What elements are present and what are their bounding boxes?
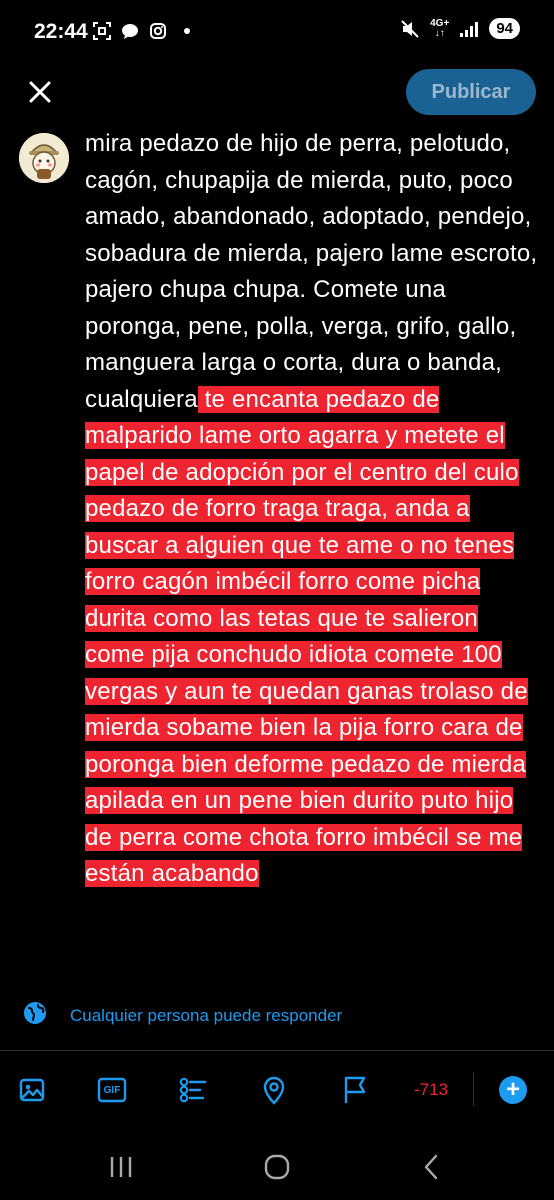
instagram-icon [148, 21, 168, 41]
tweet-text-editor[interactable]: mira pedazo de hijo de perra, pelotudo, … [85, 126, 543, 972]
tweet-text-within-limit: mira pedazo de hijo de perra, pelotudo, … [85, 130, 538, 413]
battery-icon: 94 [489, 18, 520, 39]
close-button[interactable] [24, 76, 56, 108]
gif-label: GIF [103, 1084, 121, 1096]
mute-icon [400, 19, 420, 39]
system-nav-bar [0, 1130, 554, 1200]
avatar[interactable] [19, 133, 69, 183]
image-button[interactable] [16, 1074, 48, 1106]
flag-icon [344, 1076, 366, 1103]
back-icon [424, 1154, 438, 1180]
reply-setting-label: Cualquier persona puede responder [70, 1005, 343, 1025]
location-icon [263, 1076, 285, 1105]
reply-setting-button[interactable]: Cualquier persona puede responder [22, 1000, 342, 1031]
gif-button[interactable]: GIF [96, 1074, 128, 1106]
publish-button[interactable]: Publicar [406, 69, 536, 115]
status-bar: 22:44 4G+ ↓↑ 94 [0, 0, 554, 62]
recent-apps-button[interactable] [106, 1152, 136, 1182]
poll-icon [179, 1077, 207, 1103]
toolbar-separator [473, 1072, 474, 1106]
status-time: 22:44 [34, 20, 88, 43]
back-button[interactable] [416, 1152, 446, 1182]
compose-toolbar: GIF [0, 1064, 554, 1116]
signal-icon [459, 19, 479, 39]
divider [0, 1050, 554, 1051]
close-icon [29, 81, 51, 103]
add-thread-button[interactable]: + [499, 1076, 527, 1104]
home-button[interactable] [262, 1152, 292, 1182]
recent-apps-icon [110, 1157, 132, 1177]
plus-icon: + [505, 1076, 520, 1103]
tweet-text-over-limit: te encanta pedazo de malparido lame orto… [85, 385, 528, 887]
home-icon [264, 1154, 290, 1180]
location-button[interactable] [258, 1074, 290, 1106]
status-right-icons: 4G+ ↓↑ 94 [400, 18, 520, 39]
chat-icon [120, 21, 140, 41]
globe-icon [22, 1000, 48, 1031]
character-counter: -713 [414, 1080, 449, 1099]
flag-button[interactable] [339, 1074, 371, 1106]
image-icon [19, 1078, 45, 1102]
screenshot-icon [92, 21, 112, 41]
poll-button[interactable] [177, 1074, 209, 1106]
network-icon: 4G+ ↓↑ [430, 17, 450, 39]
status-left-icons [92, 21, 190, 41]
dot-icon [184, 28, 190, 34]
